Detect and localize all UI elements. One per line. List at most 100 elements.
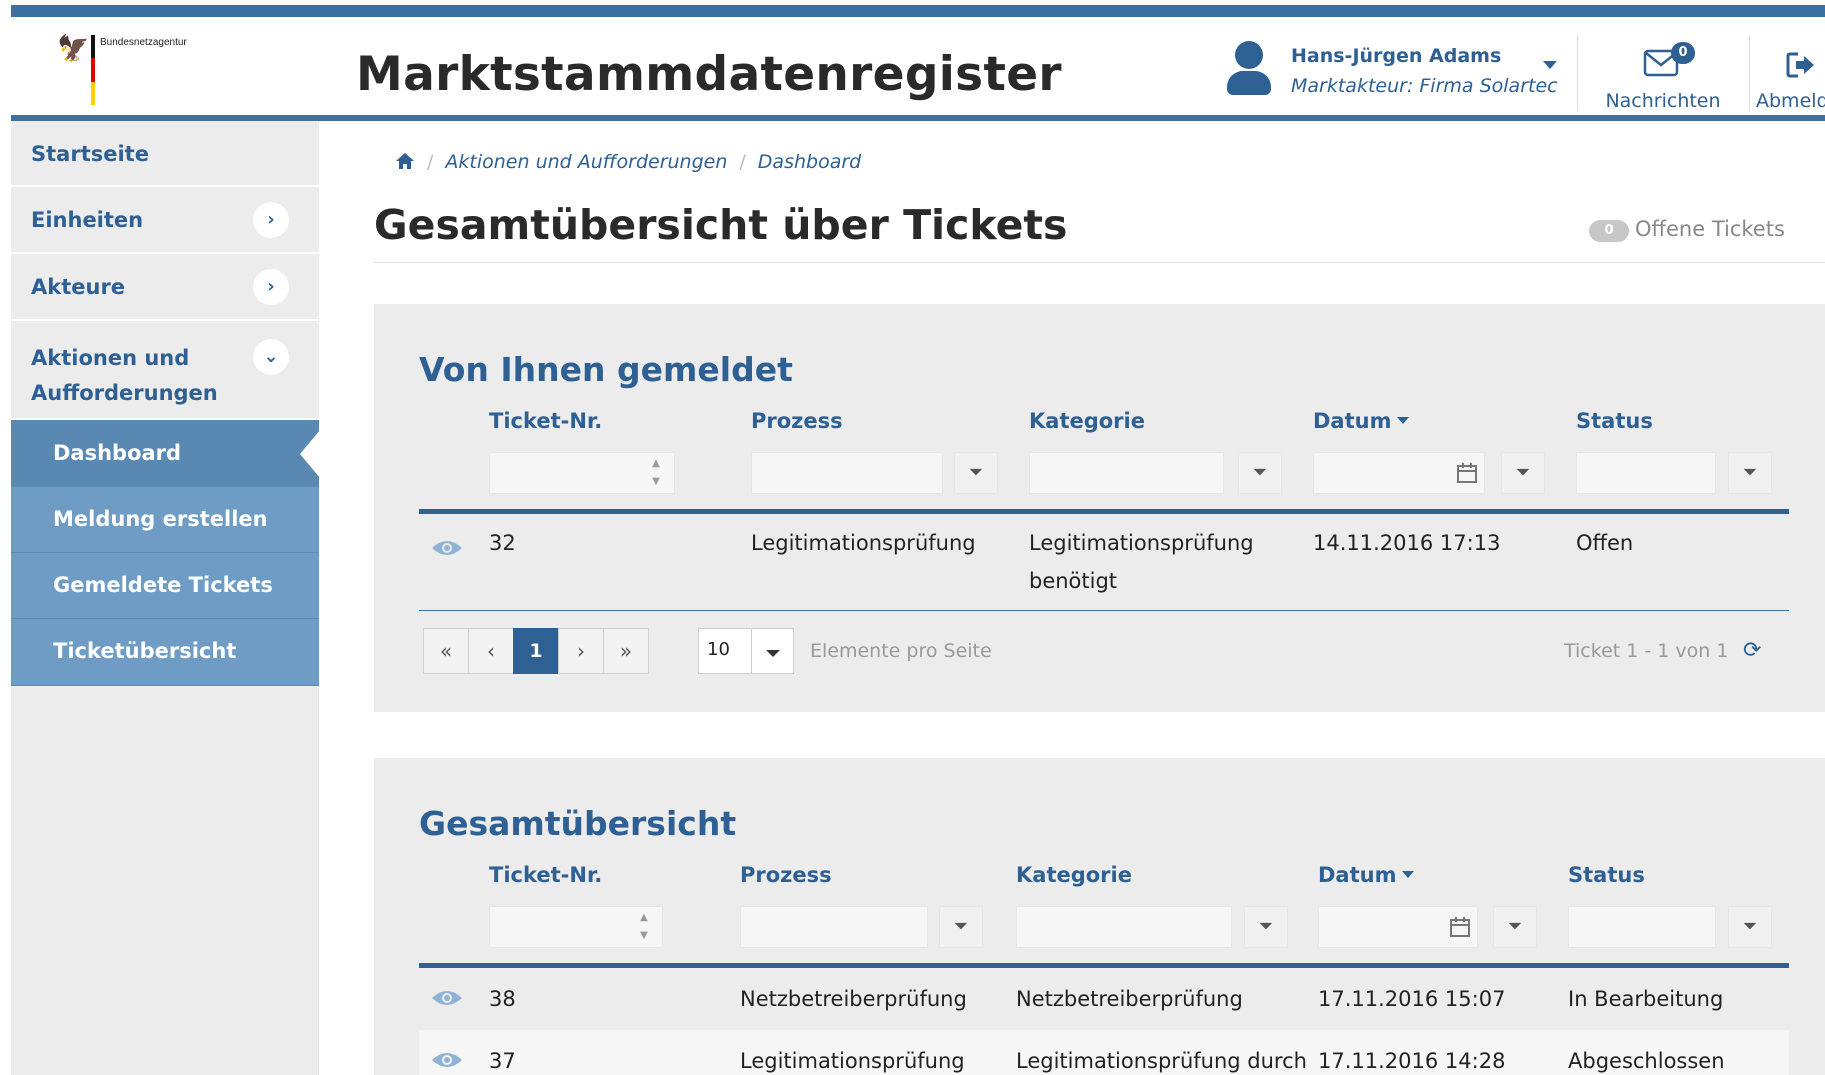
pager-range-text: Ticket 1 - 1 von 1	[1564, 640, 1729, 662]
filter-icon[interactable]: ⏷	[954, 452, 998, 494]
user-icon[interactable]	[1224, 41, 1274, 99]
column-header-prozess[interactable]: Prozess	[740, 863, 832, 887]
messages-count-badge: 0	[1671, 42, 1695, 64]
eye-icon[interactable]	[431, 538, 463, 558]
column-header-kategorie[interactable]: Kategorie	[1029, 409, 1145, 433]
filter-icon[interactable]: ⏷	[939, 906, 983, 948]
filter-icon[interactable]: ⏷	[1501, 452, 1545, 494]
sidebar-item-aktionen[interactable]: Aktionen und Aufforderungen ⌄	[11, 321, 319, 420]
filter-input-prozess[interactable]	[740, 906, 928, 948]
column-header-datum[interactable]: Datum	[1318, 863, 1415, 887]
filter-input-datum[interactable]	[1313, 452, 1485, 494]
logout-button[interactable]: Abmelden	[1756, 35, 1825, 115]
sidebar-subitem-label: Gemeldete Tickets	[53, 573, 273, 597]
home-icon[interactable]	[395, 152, 415, 175]
filter-icon[interactable]: ⏷	[1493, 906, 1537, 948]
sidebar-subitem-ticketuebersicht[interactable]: Ticketübersicht	[11, 619, 319, 686]
sidebar-item-einheiten[interactable]: Einheiten ›	[11, 187, 319, 254]
sidebar-item-akteure[interactable]: Akteure ›	[11, 254, 319, 321]
logout-label: Abmelden	[1756, 90, 1825, 112]
agency-logo[interactable]: 🦅 Bundesnetzagentur	[57, 35, 257, 105]
eye-icon[interactable]	[431, 1050, 463, 1070]
column-header-status[interactable]: Status	[1576, 409, 1653, 433]
filter-icon[interactable]: ⏷	[1728, 906, 1772, 948]
column-header-ticket-nr[interactable]: Ticket-Nr.	[489, 863, 602, 887]
filter-input-status[interactable]	[1568, 906, 1716, 948]
filter-input-ticket-nr[interactable]: ▲ ▼	[489, 906, 663, 948]
main-content: / Aktionen und Aufforderungen / Dashboard G…	[319, 121, 1825, 1075]
app-title: Marktstammdatenregister	[356, 47, 1062, 102]
number-spinner-icon[interactable]: ▲ ▼	[646, 455, 666, 491]
row-divider	[419, 610, 1789, 611]
open-tickets-label: Offene Tickets	[1635, 217, 1785, 241]
sidebar-subitem-label: Dashboard	[53, 441, 182, 465]
chevron-right-icon[interactable]: ›	[253, 202, 289, 238]
title-divider	[374, 262, 1825, 263]
sidebar-subitem-gemeldete-tickets[interactable]: Gemeldete Tickets	[11, 553, 319, 619]
header: 🦅 Bundesnetzagentur Marktstammdatenregis…	[11, 17, 1825, 121]
user-name[interactable]: Hans-Jürgen Adams	[1291, 45, 1501, 67]
table-row[interactable]: 32 Legitimationsprüfung Legitimationsprü…	[419, 514, 1789, 610]
sidebar: Startseite Einheiten › Akteure › Aktione…	[11, 121, 320, 1075]
sort-desc-icon	[1402, 871, 1415, 878]
column-header-kategorie[interactable]: Kategorie	[1016, 863, 1132, 887]
pager-prev-button[interactable]: ‹	[468, 628, 514, 674]
chevron-down-icon[interactable]	[751, 629, 793, 673]
chevron-down-icon[interactable]: ⌄	[253, 339, 289, 375]
page-size-select[interactable]: 10	[698, 628, 794, 674]
sidebar-subitem-label: Meldung erstellen	[53, 507, 268, 531]
cell-prozess: Netzbetreiberprüfung	[740, 987, 967, 1011]
cell-ticket-nr: 32	[489, 531, 516, 555]
sidebar-subitem-meldung-erstellen[interactable]: Meldung erstellen	[11, 487, 319, 553]
filter-icon[interactable]: ⏷	[1728, 452, 1772, 494]
logout-icon	[1786, 52, 1814, 78]
column-header-datum[interactable]: Datum	[1313, 409, 1410, 433]
pager-first-button[interactable]: «	[423, 628, 469, 674]
refresh-icon[interactable]: ⟳	[1743, 638, 1761, 663]
sidebar-subitem-label: Ticketübersicht	[53, 639, 237, 663]
calendar-icon[interactable]	[1449, 916, 1471, 938]
sidebar-item-label: Aktionen und Aufforderungen	[31, 346, 218, 405]
table-row[interactable]: 38 Netzbetreiberprüfung Netzbetreiberprü…	[419, 968, 1789, 1030]
column-header-ticket-nr[interactable]: Ticket-Nr.	[489, 409, 602, 433]
messages-button[interactable]: 0 Nachrichten	[1583, 35, 1743, 115]
filter-input-ticket-nr[interactable]: ▲ ▼	[489, 452, 675, 494]
panel-reported-tickets: Von Ihnen gemeldet Ticket-Nr. Prozess Ka…	[374, 304, 1825, 712]
cell-status: In Bearbeitung	[1568, 987, 1724, 1011]
sidebar-item-label: Startseite	[31, 142, 149, 166]
cell-ticket-nr: 38	[489, 987, 516, 1011]
pager-last-button[interactable]: »	[603, 628, 649, 674]
header-divider	[1749, 35, 1750, 111]
cell-ticket-nr: 37	[489, 1049, 516, 1073]
cell-status: Abgeschlossen	[1568, 1049, 1725, 1073]
agency-name: Bundesnetzagentur	[100, 37, 187, 48]
header-divider	[1577, 35, 1578, 111]
federal-eagle-icon: 🦅	[57, 34, 90, 64]
filter-input-status[interactable]	[1576, 452, 1716, 494]
filter-input-datum[interactable]	[1318, 906, 1478, 948]
table-row[interactable]: 37 Legitimationsprüfung Legitimationsprü…	[419, 1030, 1789, 1075]
filter-input-kategorie[interactable]	[1016, 906, 1232, 948]
sidebar-item-startseite[interactable]: Startseite	[11, 121, 319, 187]
column-header-status[interactable]: Status	[1568, 863, 1645, 887]
column-header-prozess[interactable]: Prozess	[751, 409, 843, 433]
sidebar-subitem-dashboard[interactable]: Dashboard	[11, 420, 320, 487]
filter-icon[interactable]: ⏷	[1244, 906, 1288, 948]
filter-icon[interactable]: ⏷	[1238, 452, 1282, 494]
breadcrumb-item-current[interactable]: Dashboard	[758, 151, 861, 173]
eye-icon[interactable]	[431, 988, 463, 1008]
number-spinner-icon[interactable]: ▲ ▼	[634, 909, 654, 945]
breadcrumb: / Aktionen und Aufforderungen / Dashboard	[395, 151, 861, 175]
app-window: 🦅 Bundesnetzagentur Marktstammdatenregis…	[11, 5, 1825, 1075]
calendar-icon[interactable]	[1456, 462, 1478, 484]
pager-next-button[interactable]: ›	[558, 628, 604, 674]
pager-page-button[interactable]: 1	[513, 628, 559, 674]
filter-input-prozess[interactable]	[751, 452, 943, 494]
filter-input-kategorie[interactable]	[1029, 452, 1224, 494]
user-menu-caret-icon[interactable]	[1543, 61, 1557, 69]
breadcrumb-item[interactable]: Aktionen und Aufforderungen	[445, 151, 727, 173]
breadcrumb-separator: /	[427, 151, 434, 173]
panel-overview: Gesamtübersicht Ticket-Nr. Prozess Kateg…	[374, 758, 1825, 1075]
chevron-right-icon[interactable]: ›	[253, 269, 289, 305]
open-tickets-indicator: 0 Offene Tickets	[1589, 217, 1785, 242]
